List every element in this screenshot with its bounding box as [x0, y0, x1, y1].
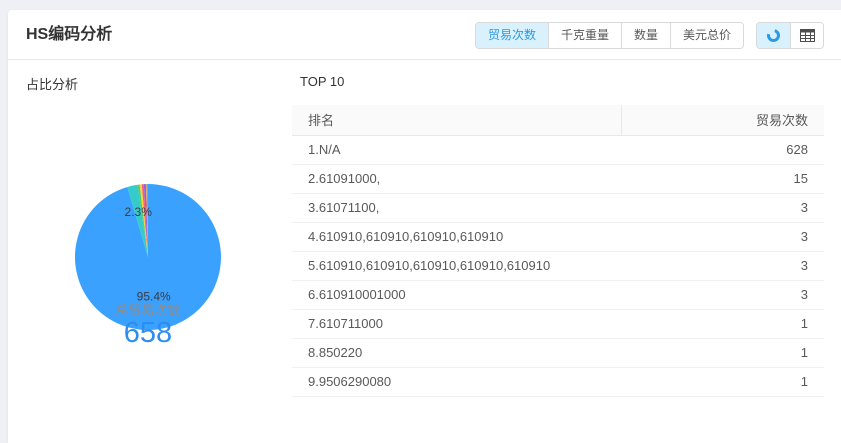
value-cell-5: 3 [622, 280, 824, 309]
table-row: 2.61091000,15 [292, 164, 824, 193]
rank-cell-4: 5.610910,610910,610910,610910,610910 [292, 251, 622, 280]
value-cell-6: 1 [622, 309, 824, 338]
table-row: 4.610910,610910,610910,6109103 [292, 222, 824, 251]
pie-percent-label: 2.3% [125, 205, 153, 219]
table-row: 1.N/A628 [292, 135, 824, 164]
total-trades-value: 658 [38, 317, 258, 350]
table-toggle-button[interactable] [790, 23, 823, 48]
table-row: 6.6109100010003 [292, 280, 824, 309]
rank-cell-5: 6.610910001000 [292, 280, 622, 309]
value-cell-7: 1 [622, 338, 824, 367]
metric-tab-group: 贸易次数千克重量数量美元总价 [475, 22, 744, 49]
pie-chart-toggle-button[interactable] [757, 23, 790, 48]
value-cell-1: 15 [622, 164, 824, 193]
rank-cell-2: 3.61071100, [292, 193, 622, 222]
top10-section-title: TOP 10 [300, 74, 344, 89]
metric-tab-3[interactable]: 美元总价 [670, 23, 743, 48]
table-row: 5.610910,610910,610910,610910,6109103 [292, 251, 824, 280]
metric-tab-1[interactable]: 千克重量 [548, 23, 621, 48]
rank-column-header: 排名 [292, 105, 622, 135]
rank-cell-3: 4.610910,610910,610910,610910 [292, 222, 622, 251]
value-column-header: 贸易次数 [622, 105, 824, 135]
proportion-section-title: 占比分析 [26, 74, 78, 93]
top10-panel: TOP 10 排名 贸易次数 1.N/A6282.61091000,153.61… [292, 60, 824, 443]
rank-cell-8: 9.9506290080 [292, 367, 622, 396]
proportion-panel: 占比分析 95.4%2.3% 总贸易次数 658 [8, 60, 298, 443]
card-header: HS编码分析 贸易次数千克重量数量美元总价 [8, 10, 841, 60]
value-cell-2: 3 [622, 193, 824, 222]
value-cell-0: 628 [622, 135, 824, 164]
header-controls: 贸易次数千克重量数量美元总价 [475, 22, 824, 49]
top10-table: 排名 贸易次数 1.N/A6282.61091000,153.61071100,… [292, 105, 824, 397]
value-cell-3: 3 [622, 222, 824, 251]
hs-code-analysis-card: HS编码分析 贸易次数千克重量数量美元总价 占比分析 95.4%2.3% 总贸易… [8, 10, 841, 443]
value-cell-4: 3 [622, 251, 824, 280]
metric-tab-2[interactable]: 数量 [621, 23, 670, 48]
value-cell-8: 1 [622, 367, 824, 396]
table-header-row: 排名 贸易次数 [292, 105, 824, 135]
metric-tab-0[interactable]: 贸易次数 [476, 23, 548, 48]
table-row: 7.6107110001 [292, 309, 824, 338]
rank-cell-7: 8.850220 [292, 338, 622, 367]
table-icon [800, 29, 815, 42]
page-title: HS编码分析 [26, 10, 112, 60]
rank-cell-0: 1.N/A [292, 135, 622, 164]
table-row: 8.8502201 [292, 338, 824, 367]
pie-chart-icon [766, 28, 781, 43]
rank-cell-6: 7.610711000 [292, 309, 622, 338]
table-row: 3.61071100,3 [292, 193, 824, 222]
rank-cell-1: 2.61091000, [292, 164, 622, 193]
table-row: 9.95062900801 [292, 367, 824, 396]
view-toggle-group [756, 22, 824, 49]
